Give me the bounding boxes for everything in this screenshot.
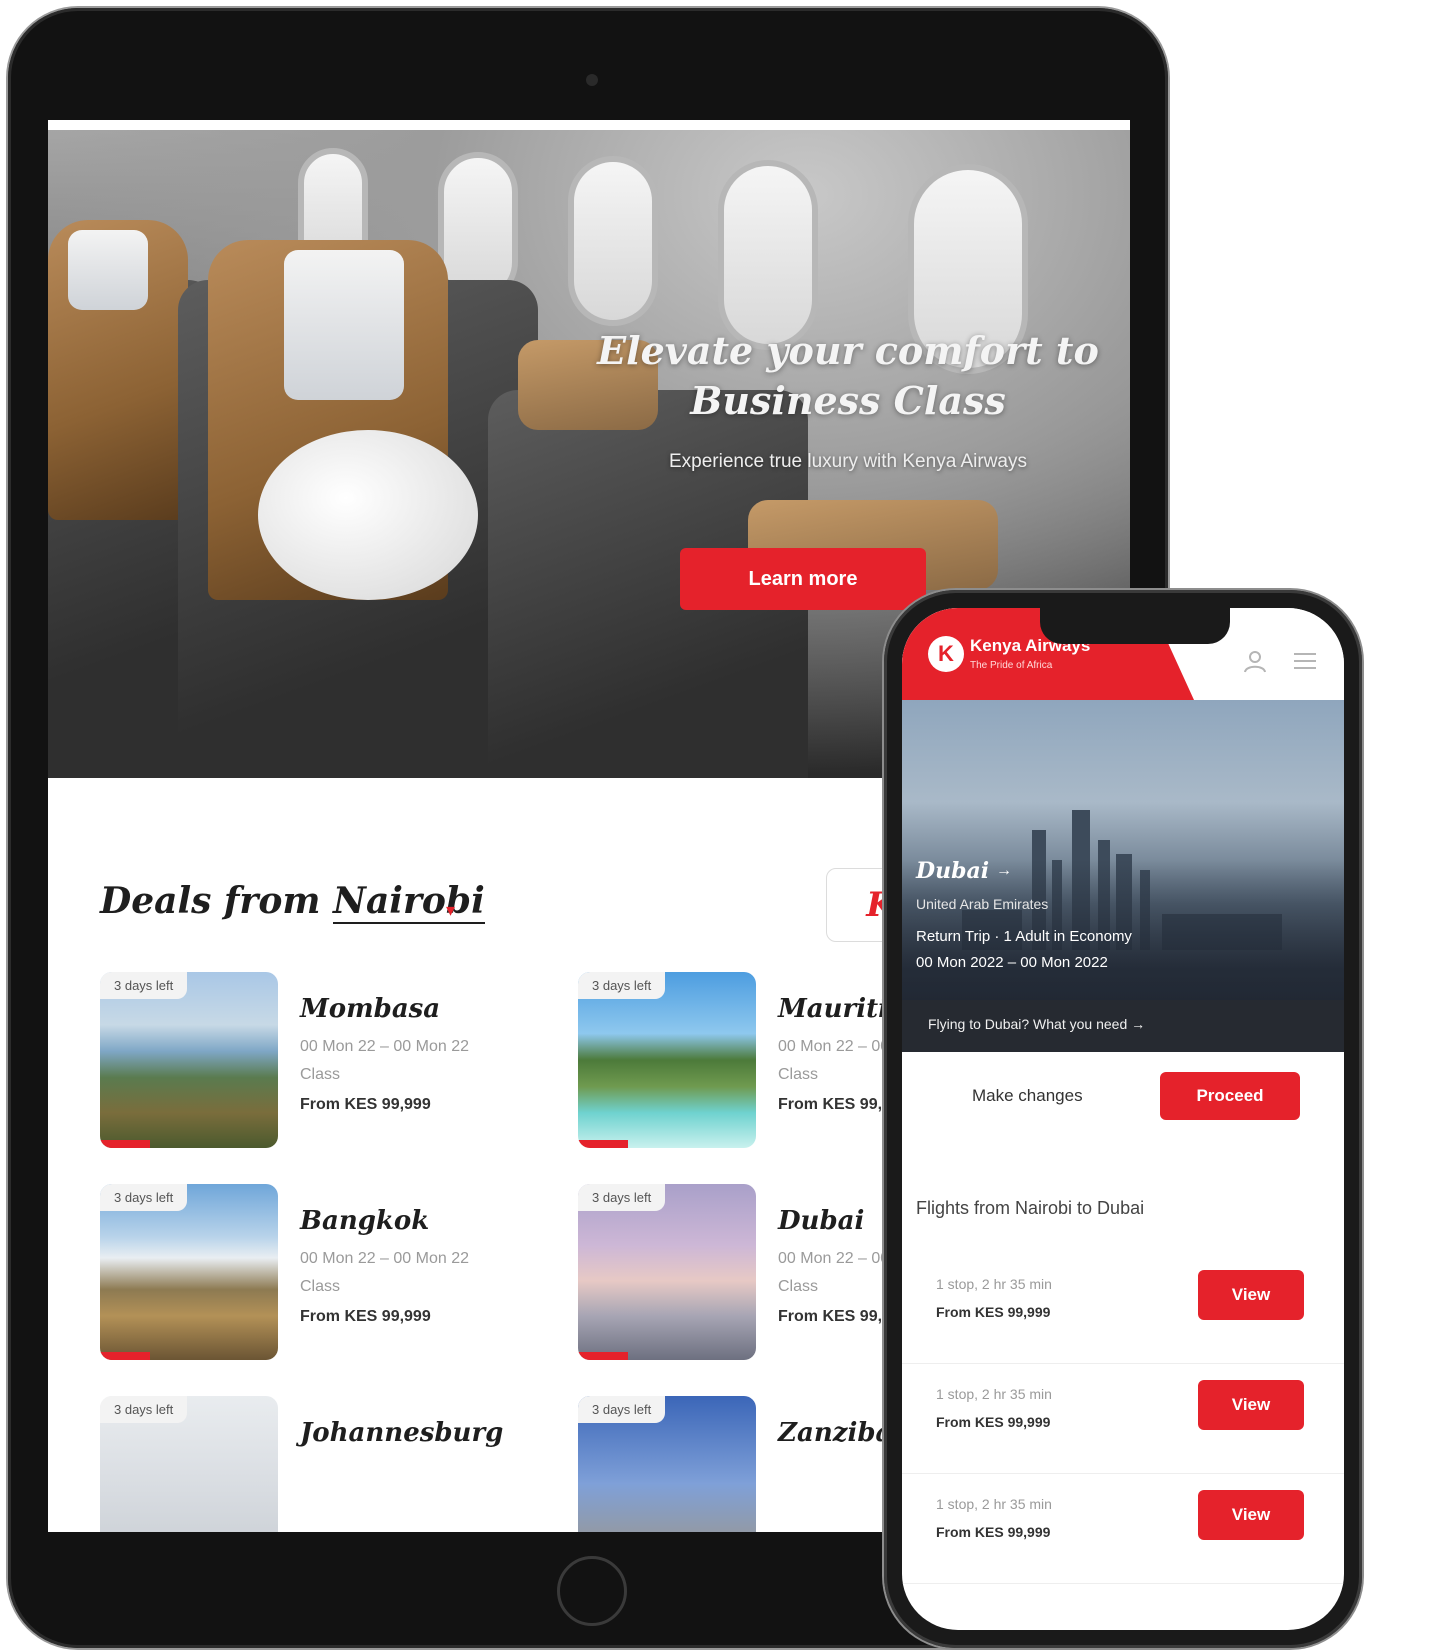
deals-title: Deals from Nairobi <box>100 880 485 924</box>
brand-tagline: The Pride of Africa <box>970 660 1053 671</box>
accent-bar <box>100 1140 150 1148</box>
deals-title-prefix: Deals from <box>100 880 321 922</box>
kenya-airways-logo[interactable]: K <box>928 636 964 672</box>
flight-stops: 1 stop, 2 hr 35 min <box>936 1496 1052 1512</box>
menu-icon[interactable] <box>1294 652 1316 670</box>
accent-bar <box>578 1352 628 1360</box>
deal-image: 3 days left <box>578 972 756 1148</box>
deal-image: 3 days left <box>100 1396 278 1532</box>
chevron-down-icon[interactable]: ▾ <box>446 900 455 921</box>
flight-row: 1 stop, 2 hr 35 min From KES 99,999 View <box>902 1254 1344 1364</box>
deal-city-name: Mombasa <box>300 994 441 1024</box>
days-left-badge: 3 days left <box>578 972 666 999</box>
deal-city-name: Bangkok <box>300 1206 430 1236</box>
headrest <box>284 250 404 400</box>
flight-price: From KES 99,999 <box>936 1524 1051 1540</box>
deal-price: From KES 99,999 <box>300 1096 431 1113</box>
deal-card-mombasa[interactable]: 3 days left Mombasa 00 Mon 22 – 00 Mon 2… <box>100 972 540 1162</box>
home-button[interactable] <box>557 1556 627 1626</box>
flights-heading: Flights from Nairobi to Dubai <box>916 1198 1145 1218</box>
destination-country: United Arab Emirates <box>916 896 1049 912</box>
proceed-button[interactable]: Proceed <box>1160 1072 1300 1120</box>
arrow-right-icon: → <box>996 862 1012 879</box>
deal-class: Class <box>300 1278 341 1295</box>
travel-info-text: Flying to Dubai? What you need → <box>928 1016 1146 1032</box>
flight-price: From KES 99,999 <box>936 1304 1051 1320</box>
deal-city-name: Johannesburg <box>300 1418 504 1448</box>
travel-info-link[interactable]: Flying to Dubai? What you need → <box>902 1000 1344 1052</box>
hero-title: Elevate your comfort to Business Class <box>597 328 1099 423</box>
hero-subtitle: Experience true luxury with Kenya Airway… <box>669 451 1027 472</box>
trip-dates: 00 Mon 2022 – 00 Mon 2022 <box>916 954 1108 971</box>
deal-image: 3 days left <box>100 972 278 1148</box>
view-flight-button[interactable]: View <box>1198 1380 1304 1430</box>
deal-card-bangkok[interactable]: 3 days left Bangkok 00 Mon 22 – 00 Mon 2… <box>100 1184 540 1374</box>
pillow <box>258 430 478 600</box>
deal-image: 3 days left <box>578 1184 756 1360</box>
phone-screen: K Kenya Airways The Pride of Africa Duba… <box>902 608 1344 1630</box>
deal-image: 3 days left <box>578 1396 756 1532</box>
cabin-window <box>568 156 658 326</box>
deal-class: Class <box>778 1278 819 1295</box>
flight-stops: 1 stop, 2 hr 35 min <box>936 1276 1052 1292</box>
make-changes-link[interactable]: Make changes <box>972 1086 1083 1106</box>
phone-device: K Kenya Airways The Pride of Africa Duba… <box>884 590 1362 1648</box>
days-left-badge: 3 days left <box>100 1184 188 1211</box>
accent-bar <box>100 1352 150 1360</box>
days-left-badge: 3 days left <box>100 972 188 999</box>
tablet-camera <box>586 74 598 86</box>
cabin-window <box>718 160 818 350</box>
days-left-badge: 3 days left <box>578 1184 666 1211</box>
deal-price: From KES 99,999 <box>300 1308 431 1325</box>
deal-image: 3 days left <box>100 1184 278 1360</box>
origin-city-selector[interactable]: Nairobi <box>333 880 485 924</box>
flight-price: From KES 99,999 <box>936 1414 1051 1430</box>
days-left-badge: 3 days left <box>100 1396 188 1423</box>
deal-city-name: Dubai <box>778 1206 865 1236</box>
user-icon[interactable] <box>1242 648 1268 674</box>
flight-row: 1 stop, 2 hr 35 min From KES 99,999 View <box>902 1474 1344 1584</box>
deal-card-johannesburg[interactable]: 3 days left Johannesburg <box>100 1396 540 1532</box>
view-flight-button[interactable]: View <box>1198 1270 1304 1320</box>
learn-more-button[interactable]: Learn more <box>680 548 926 610</box>
deal-class: Class <box>300 1066 341 1083</box>
days-left-badge: 3 days left <box>578 1396 666 1423</box>
view-flight-button[interactable]: View <box>1198 1490 1304 1540</box>
deal-class: Class <box>778 1066 819 1083</box>
flight-row: 1 stop, 2 hr 35 min From KES 99,999 View <box>902 1364 1344 1474</box>
headrest <box>68 230 148 310</box>
deal-dates: 00 Mon 22 – 00 Mon 22 <box>300 1038 470 1055</box>
accent-bar <box>578 1140 628 1148</box>
destination-city: Dubai <box>916 858 990 884</box>
deal-dates: 00 Mon 22 – 00 Mon 22 <box>300 1250 470 1267</box>
trip-summary: Return Trip · 1 Adult in Economy <box>916 928 1132 945</box>
flight-stops: 1 stop, 2 hr 35 min <box>936 1386 1052 1402</box>
destination-hero: Dubai → United Arab Emirates Return Trip… <box>902 700 1344 1040</box>
phone-notch <box>1040 608 1230 644</box>
